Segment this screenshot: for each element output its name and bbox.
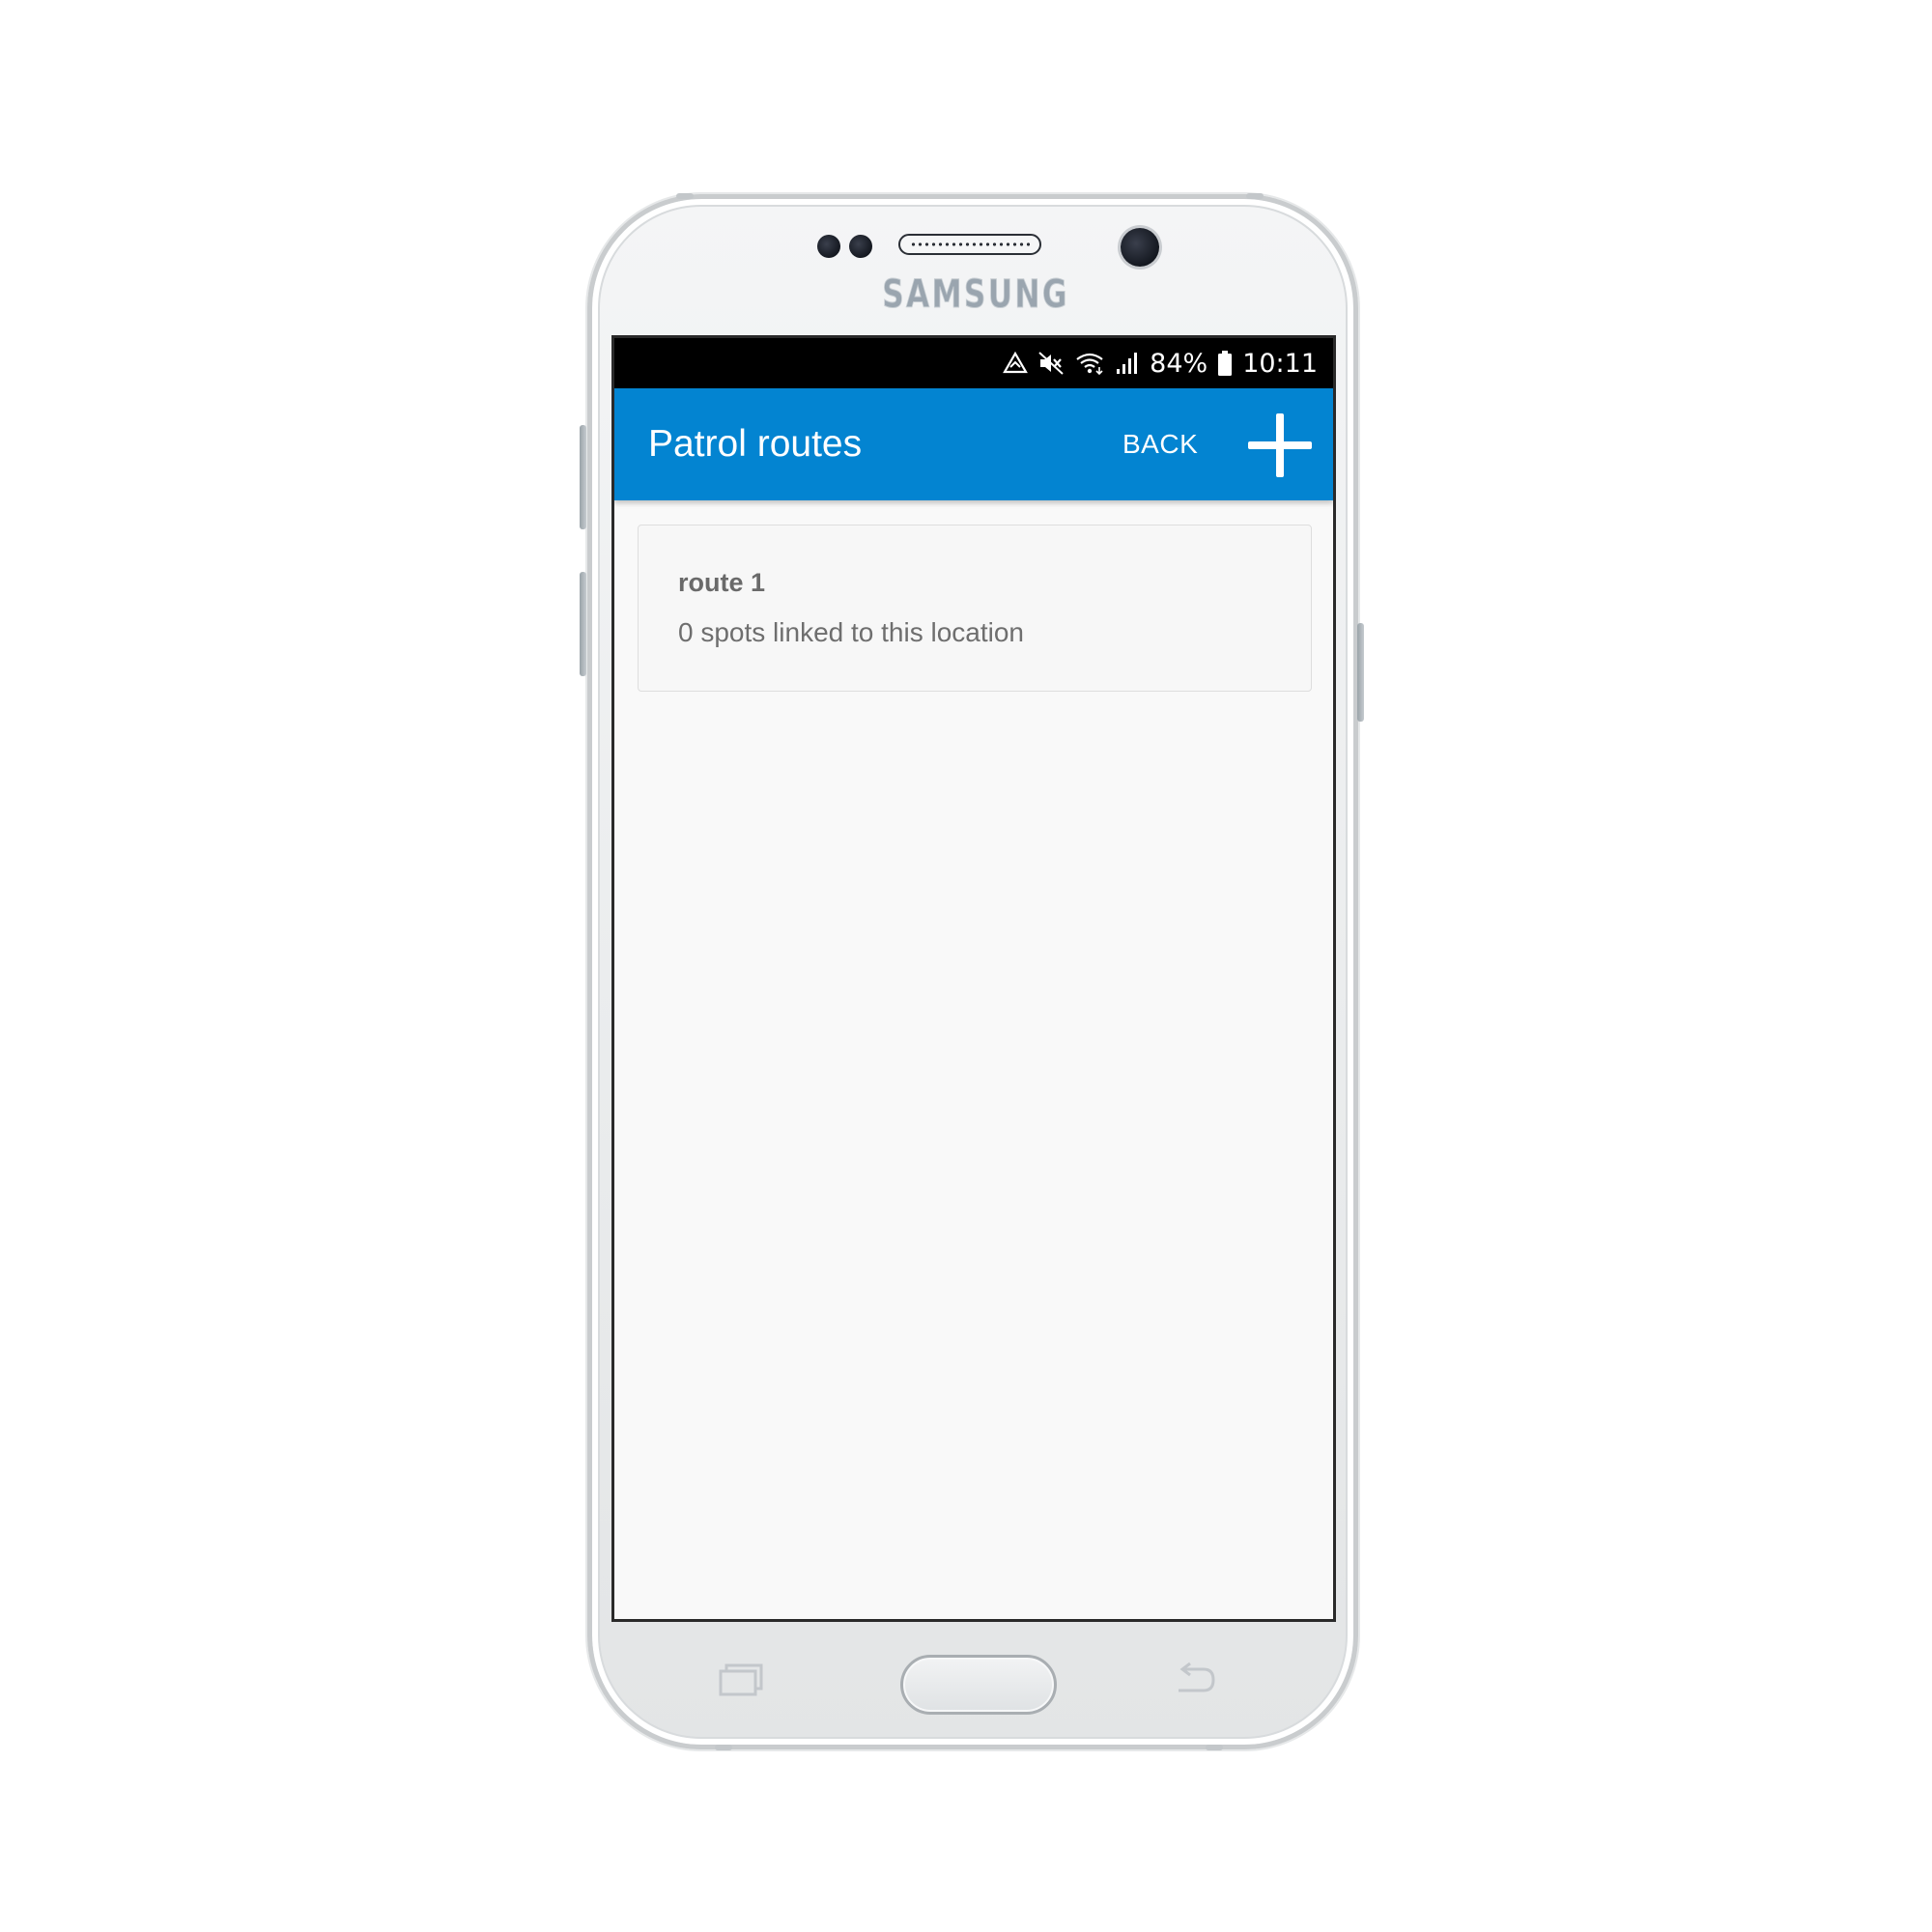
mute-icon	[1037, 351, 1065, 376]
page-title: Patrol routes	[648, 423, 863, 465]
back-key[interactable]	[1167, 1652, 1221, 1706]
earpiece-speaker	[898, 234, 1041, 255]
recent-apps-key[interactable]	[713, 1652, 767, 1706]
wifi-icon	[1074, 351, 1105, 376]
battery-icon	[1217, 350, 1233, 377]
signal-icon	[1115, 351, 1140, 376]
brand-logo: SAMSUNG	[882, 272, 1069, 318]
status-time: 10:11	[1242, 348, 1318, 379]
status-bar: 84% 10:11	[614, 338, 1333, 388]
bottom-rail-left	[715, 1745, 732, 1750]
route-list-item[interactable]: route 1 0 spots linked to this location	[638, 525, 1312, 692]
power-key[interactable]	[1357, 623, 1364, 722]
recent-apps-icon	[719, 1663, 763, 1696]
home-button[interactable]	[900, 1655, 1057, 1715]
proximity-sensor	[817, 235, 840, 258]
top-rail-right	[1246, 193, 1264, 199]
top-rail-left	[676, 193, 694, 199]
route-description: 0 spots linked to this location	[678, 617, 1024, 647]
screen: 84% 10:11 Patrol routes BACK route 1 0 s…	[611, 335, 1336, 1622]
back-arrow-icon	[1179, 1662, 1215, 1692]
front-camera	[1121, 228, 1159, 267]
data-saver-icon	[1003, 351, 1029, 376]
back-button[interactable]: BACK	[1122, 429, 1198, 460]
bottom-rail-right	[1206, 1745, 1223, 1750]
app-bar: Patrol routes BACK	[614, 388, 1333, 500]
battery-percent: 84%	[1150, 348, 1208, 379]
volume-down-key[interactable]	[580, 572, 586, 676]
light-sensor	[849, 235, 872, 258]
add-route-button[interactable]	[1248, 413, 1312, 477]
volume-up-key[interactable]	[580, 425, 586, 529]
route-name: route 1	[678, 568, 766, 597]
